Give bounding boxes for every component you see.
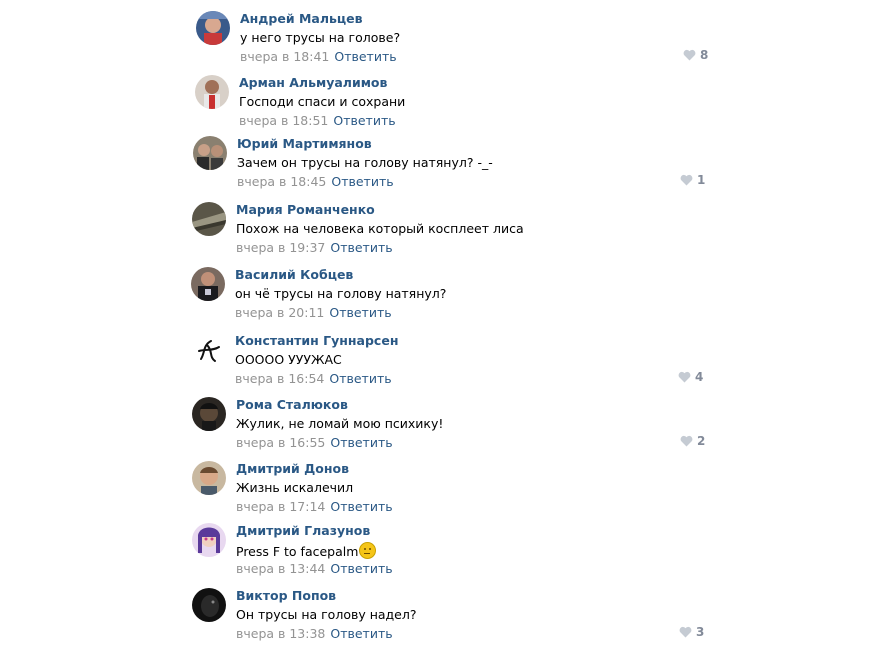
reply-link[interactable]: Ответить	[330, 626, 392, 641]
comment-item: Дмитрий Донов Жизнь искалечил вчера в 17…	[192, 461, 880, 521]
comment-item: Константин Гуннарсен ООООО УУУЖАС вчера …	[191, 333, 880, 393]
heart-icon	[678, 371, 691, 383]
comment-item: Виктор Попов Он трусы на голову надел? в…	[192, 588, 880, 648]
avatar[interactable]	[192, 461, 226, 495]
comment-meta: вчера в 17:14 Ответить	[236, 499, 393, 514]
comment-time[interactable]: вчера в 17:14	[236, 499, 325, 514]
reply-link[interactable]: Ответить	[330, 499, 392, 514]
comment-author[interactable]: Виктор Попов	[236, 588, 336, 603]
reply-link[interactable]: Ответить	[329, 371, 391, 386]
comment-meta: вчера в 16:55 Ответить	[236, 435, 393, 450]
reply-link[interactable]: Ответить	[330, 561, 392, 576]
reply-link[interactable]: Ответить	[329, 305, 391, 320]
comment-item: Юрий Мартимянов Зачем он трусы на голову…	[193, 136, 880, 196]
comment-meta: вчера в 20:11 Ответить	[235, 305, 392, 320]
heart-icon	[679, 626, 692, 638]
heart-icon	[683, 49, 696, 61]
heart-icon	[680, 435, 693, 447]
reply-link[interactable]: Ответить	[330, 435, 392, 450]
comment-author[interactable]: Мария Романченко	[236, 202, 375, 217]
avatar[interactable]	[192, 588, 226, 622]
comment-text: Господи спаси и сохрани	[239, 94, 406, 109]
comment-text: Похож на человека который косплеет лиса	[236, 221, 524, 236]
avatar[interactable]	[192, 523, 226, 557]
comment-author[interactable]: Рома Сталюков	[236, 397, 348, 412]
comment-meta: вчера в 13:38 Ответить	[236, 626, 393, 641]
comment-meta: вчера в 16:54 Ответить	[235, 371, 392, 386]
comment-author[interactable]: Дмитрий Донов	[236, 461, 349, 476]
reply-link[interactable]: Ответить	[330, 240, 392, 255]
like-button[interactable]: 3	[679, 625, 704, 639]
avatar[interactable]	[196, 11, 230, 45]
comment-time[interactable]: вчера в 18:41	[240, 49, 329, 64]
comment-text: Зачем он трусы на голову натянул? -_-	[237, 155, 493, 170]
avatar[interactable]	[192, 202, 226, 236]
comment-author[interactable]: Юрий Мартимянов	[237, 136, 372, 151]
comment-text: Жулик, не ломай мою психику!	[236, 416, 444, 431]
comment-text-content: Press F to facepalm	[236, 544, 359, 559]
comment-time[interactable]: вчера в 16:55	[236, 435, 325, 450]
comment-author[interactable]: Константин Гуннарсен	[235, 333, 398, 348]
avatar[interactable]	[193, 136, 227, 170]
reply-link[interactable]: Ответить	[333, 113, 395, 128]
comment-meta: вчера в 19:37 Ответить	[236, 240, 393, 255]
comment-author[interactable]: Андрей Мальцев	[240, 11, 363, 26]
comment-time[interactable]: вчера в 18:51	[239, 113, 328, 128]
comment-meta: вчера в 13:44 Ответить	[236, 561, 393, 576]
like-count: 3	[696, 625, 705, 639]
comment-time[interactable]: вчера в 18:45	[237, 174, 326, 189]
like-count: 8	[700, 48, 709, 62]
neutral-face-emoji-icon	[359, 542, 377, 559]
comment-text: Press F to facepalm	[236, 542, 377, 559]
avatar[interactable]	[191, 333, 225, 367]
comment-time[interactable]: вчера в 19:37	[236, 240, 325, 255]
heart-icon	[680, 174, 693, 186]
comment-time[interactable]: вчера в 16:54	[235, 371, 324, 386]
comment-item: Андрей Мальцев у него трусы на голове? в…	[196, 11, 880, 71]
like-button[interactable]: 1	[680, 173, 705, 187]
comment-text: Он трусы на голову надел?	[236, 607, 417, 622]
like-count: 2	[697, 434, 706, 448]
comment-time[interactable]: вчера в 13:38	[236, 626, 325, 641]
comment-time[interactable]: вчера в 13:44	[236, 561, 325, 576]
comment-time[interactable]: вчера в 20:11	[235, 305, 324, 320]
like-button[interactable]: 2	[680, 434, 705, 448]
avatar[interactable]	[195, 75, 229, 109]
like-count: 4	[695, 370, 704, 384]
comment-meta: вчера в 18:41 Ответить	[240, 49, 397, 64]
comment-text: у него трусы на голове?	[240, 30, 401, 45]
comment-author[interactable]: Дмитрий Глазунов	[236, 523, 370, 538]
like-button[interactable]: 4	[678, 370, 703, 384]
avatar[interactable]	[191, 267, 225, 301]
comment-author[interactable]: Арман Альмуалимов	[239, 75, 387, 90]
comment-text: ООООО УУУЖАС	[235, 352, 342, 367]
like-count: 1	[697, 173, 706, 187]
comment-item: Василий Кобцев он чё трусы на голову нат…	[191, 267, 880, 327]
comment-text: Жизнь искалечил	[236, 480, 354, 495]
reply-link[interactable]: Ответить	[331, 174, 393, 189]
comment-meta: вчера в 18:45 Ответить	[237, 174, 394, 189]
comment-item: Дмитрий Глазунов Press F to facepalm вче…	[192, 523, 880, 583]
comment-text: он чё трусы на голову натянул?	[235, 286, 447, 301]
comment-author[interactable]: Василий Кобцев	[235, 267, 353, 282]
comment-item: Рома Сталюков Жулик, не ломай мою психик…	[192, 397, 880, 457]
avatar[interactable]	[192, 397, 226, 431]
comment-item: Мария Романченко Похож на человека котор…	[192, 202, 880, 262]
reply-link[interactable]: Ответить	[334, 49, 396, 64]
comments-list: Андрей Мальцев у него трусы на голове? в…	[0, 0, 880, 648]
like-button[interactable]: 8	[683, 48, 708, 62]
comment-item: Арман Альмуалимов Господи спаси и сохран…	[195, 75, 880, 135]
comment-meta: вчера в 18:51 Ответить	[239, 113, 396, 128]
